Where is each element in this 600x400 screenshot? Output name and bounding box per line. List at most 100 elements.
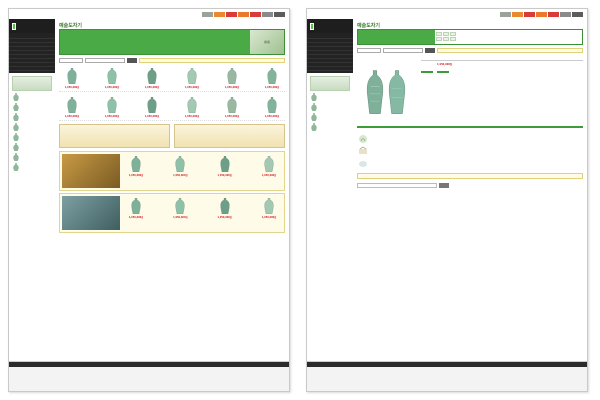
product-card[interactable]: 1,950,000원: [59, 97, 85, 118]
side-banner[interactable]: [310, 76, 350, 91]
side-product[interactable]: [310, 93, 350, 101]
category-tab[interactable]: [442, 32, 449, 36]
product-card[interactable]: 1,950,000원: [123, 198, 149, 219]
product-card[interactable]: 1,950,000원: [212, 198, 238, 219]
vase-icon: [311, 113, 317, 121]
vase-icon: [187, 68, 197, 84]
top-nav-item[interactable]: [202, 11, 213, 17]
vase-icon: [13, 113, 19, 121]
category-tab[interactable]: [442, 37, 449, 41]
side-product[interactable]: [12, 163, 52, 171]
category-tab[interactable]: [435, 32, 442, 36]
product-price: 1,950,000원: [261, 174, 277, 177]
product-card[interactable]: 1,950,000원: [179, 68, 205, 89]
product-card[interactable]: 1,950,000원: [179, 97, 205, 118]
category-tabs: [435, 37, 581, 41]
search-category-select[interactable]: [59, 57, 83, 63]
top-nav-item[interactable]: [548, 11, 559, 17]
product-card[interactable]: 1,950,000원: [99, 68, 125, 89]
top-nav-item[interactable]: [536, 11, 547, 17]
top-nav-item[interactable]: [274, 11, 285, 17]
product-card[interactable]: 1,950,000원: [167, 198, 193, 219]
vase-icon: [227, 68, 237, 84]
vase-image[interactable]: [388, 69, 406, 117]
cart-button[interactable]: [437, 70, 449, 73]
category-banner: [357, 29, 583, 45]
product-price: 1,950,000원: [217, 174, 232, 177]
feature-banner[interactable]: [59, 124, 170, 148]
promo-block: 1,950,000원 1,950,000원 1,950,000원 1,950,000원: [59, 151, 285, 191]
sidebar-item[interactable]: [307, 67, 353, 71]
category-tab[interactable]: [449, 32, 456, 36]
top-nav-item[interactable]: [560, 11, 571, 17]
vase-icon: [147, 68, 157, 84]
vase-icon: [67, 97, 77, 113]
product-card[interactable]: 1,950,000원: [139, 97, 165, 118]
top-nav-item[interactable]: [572, 11, 583, 17]
top-nav-item[interactable]: [250, 11, 261, 17]
notice-bar[interactable]: [139, 57, 285, 63]
product-card[interactable]: 1,950,000원: [167, 156, 193, 177]
product-card[interactable]: 1,950,000원: [59, 68, 85, 89]
product-card[interactable]: 1,950,000원: [139, 68, 165, 89]
top-nav-item[interactable]: [500, 11, 511, 17]
top-nav-item[interactable]: [524, 11, 535, 17]
care-item: [357, 146, 583, 156]
product-card[interactable]: 1,950,000원: [259, 68, 285, 89]
product-row: 1,950,000원 1,950,000원 1,950,000원 1,950,000원…: [59, 66, 285, 92]
category-tab[interactable]: [435, 37, 442, 41]
top-nav-item[interactable]: [512, 11, 523, 17]
product-card[interactable]: 1,950,000원: [219, 97, 245, 118]
search-category-select[interactable]: [357, 47, 381, 53]
site-logo[interactable]: [9, 19, 55, 33]
product-card[interactable]: 1,950,000원: [219, 68, 245, 89]
product-card[interactable]: 1,950,000원: [256, 198, 282, 219]
side-product[interactable]: [12, 123, 52, 131]
search-button[interactable]: [425, 47, 435, 53]
price-value: 1,950,000원: [437, 63, 453, 66]
notice-bar[interactable]: [437, 47, 583, 53]
search-input[interactable]: [383, 47, 423, 53]
feature-banner[interactable]: [174, 124, 285, 148]
sidebar-item[interactable]: [9, 67, 55, 71]
comment-input[interactable]: [357, 183, 437, 188]
care-illustration-icon: [359, 161, 367, 167]
product-card[interactable]: 1,950,000원: [256, 156, 282, 177]
product-price: 1,950,000원: [261, 216, 277, 219]
product-card[interactable]: 1,950,000원: [212, 156, 238, 177]
top-nav-item[interactable]: [214, 11, 225, 17]
promo-image[interactable]: [62, 196, 120, 230]
side-product[interactable]: [12, 153, 52, 161]
vase-icon: [267, 97, 277, 113]
side-banner[interactable]: [12, 76, 52, 91]
top-nav-item[interactable]: [262, 11, 273, 17]
comment-submit-button[interactable]: [439, 183, 449, 188]
product-card[interactable]: 1,950,000원: [99, 97, 125, 118]
top-nav-item[interactable]: [226, 11, 237, 17]
top-nav-item[interactable]: [238, 11, 249, 17]
category-tab[interactable]: [449, 37, 456, 41]
side-product[interactable]: [310, 113, 350, 121]
vase-icon: [13, 153, 19, 161]
search-input[interactable]: [85, 57, 125, 63]
main-content: 예술도자기 1,950,000원: [357, 21, 583, 391]
product-price: 1,950,000원: [144, 115, 160, 118]
sidebar-menu: [307, 33, 353, 73]
side-product[interactable]: [12, 103, 52, 111]
site-logo[interactable]: [307, 19, 353, 33]
side-product[interactable]: [310, 123, 350, 131]
banner-text: [60, 30, 250, 54]
care-illustration-icon: [359, 146, 367, 154]
search-button[interactable]: [127, 57, 137, 63]
product-card[interactable]: 1,950,000원: [259, 97, 285, 118]
buy-button[interactable]: [421, 70, 433, 73]
vase-image[interactable]: [366, 69, 384, 117]
promo-image[interactable]: [62, 154, 120, 188]
side-product[interactable]: [310, 103, 350, 111]
side-product[interactable]: [12, 113, 52, 121]
side-product[interactable]: [12, 133, 52, 141]
side-product[interactable]: [12, 93, 52, 101]
footer: [9, 361, 289, 391]
side-product[interactable]: [12, 143, 52, 151]
product-card[interactable]: 1,950,000원: [123, 156, 149, 177]
